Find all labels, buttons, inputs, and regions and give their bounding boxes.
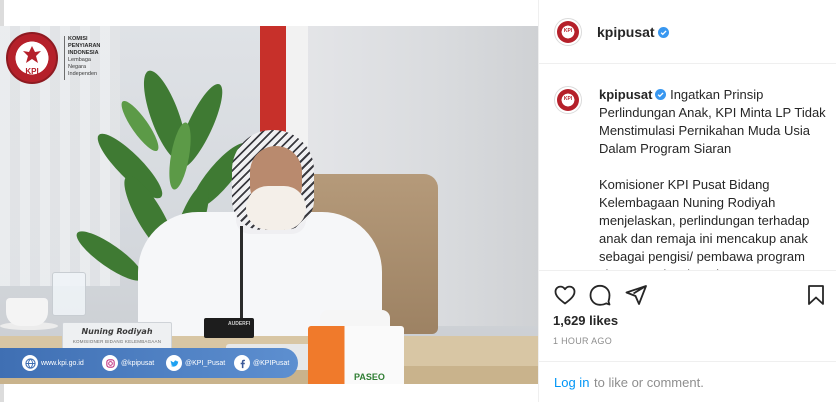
flag-white-stripe [286,26,308,146]
globe-icon [22,355,38,371]
likes-count[interactable]: 1,629 likes [553,313,618,328]
logo-divider [64,36,65,80]
caption-area: KPI kpipusat Ingatkan Prinsip Perlindung… [539,70,836,270]
kpi-logo: KPI KOMISI PENYIARAN INDONESIA Lembaga N… [6,30,114,86]
avatar-text: KPI [563,28,573,34]
face-mask [246,186,306,230]
logo-line-5: Negara [68,64,87,70]
header-username[interactable]: kpipusat [597,24,669,40]
comment-icon[interactable] [588,283,612,307]
logo-line-3: INDONESIA [68,50,99,56]
twitter-icon [166,355,182,371]
social-instagram: @kpipusat [102,355,154,371]
post-header: KPI kpipusat [539,0,836,64]
logo-line-4: Lembaga [68,57,91,63]
caption-username[interactable]: kpipusat [599,87,667,102]
garuda-icon [23,46,41,63]
post-time[interactable]: 1 HOUR AGO [553,336,612,346]
share-icon[interactable] [624,283,648,307]
water-glass [52,272,86,316]
social-twitter-text: @KPI_Pusat [185,359,226,367]
social-facebook-text: @KPIPusat [253,359,290,367]
logo-line-1: KOMISI [68,36,88,42]
nameplate-role: KOMISIONER BIDANG KELEMBAGAAN [72,339,162,344]
heart-icon[interactable] [553,283,577,307]
social-bar: www.kpi.go.id @kpipusat @KPI_Pusat @KPIP… [0,348,298,378]
logo-line-2: PENYIARAN [68,43,101,49]
tissue-brand: PASEO [354,372,385,382]
bookmark-icon[interactable] [804,283,828,307]
kpi-seal-icon: KPI [6,32,58,84]
social-facebook: @KPIPusat [234,355,289,371]
caption-avatar[interactable]: KPI [554,86,582,114]
social-website-text: www.kpi.go.id [41,359,84,367]
login-prompt: to like or comment. [594,375,704,390]
cup [6,298,48,326]
nameplate-name: Nuning Rodiyah [81,327,153,336]
caption-body: Komisioner KPI Pusat Bidang Kelembagaan … [599,177,810,270]
caption-verified-badge-icon [655,89,667,100]
post-actions: 1,629 likes 1 HOUR AGO Log in to like or… [539,270,836,400]
facebook-icon [234,355,250,371]
logo-line-6: Independen [68,71,98,77]
verified-badge-icon [657,27,669,38]
caption-username-text[interactable]: kpipusat [599,87,652,102]
header-username-text[interactable]: kpipusat [597,24,655,40]
instagram-icon [102,355,118,371]
post-image[interactable]: AUDERFI PASEO Nuning Rodiyah KOMISIONER … [0,26,538,384]
flag-red-stripe [260,26,286,146]
login-row: Log in to like or comment. [539,361,836,401]
login-link[interactable]: Log in [554,375,589,390]
device-label: AUDERFI [228,321,251,327]
avatar[interactable]: KPI [554,18,582,46]
caption-avatar-text: KPI [563,96,573,102]
social-website: www.kpi.go.id [22,355,84,371]
social-instagram-text: @kpipusat [121,359,155,367]
social-twitter: @KPI_Pusat [166,355,225,371]
logo-text: KOMISI PENYIARAN INDONESIA Lembaga Negar… [68,36,100,78]
kpi-seal-text: KPI [25,67,39,76]
caption: kpipusat Ingatkan Prinsip Perlindungan A… [599,86,829,270]
